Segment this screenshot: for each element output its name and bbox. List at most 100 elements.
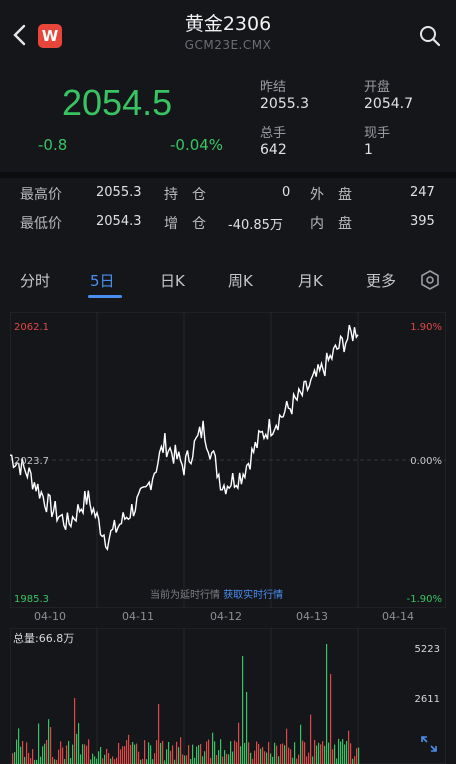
volume-bar: [168, 741, 170, 764]
volume-bar: [36, 759, 38, 764]
volume-bar: [108, 753, 110, 764]
volume-bar: [78, 723, 80, 764]
volume-bar: [292, 757, 294, 764]
volume-bar: [74, 698, 76, 764]
volume-bar: [14, 752, 16, 764]
volume-bar: [262, 746, 264, 764]
volume-bar: [208, 739, 210, 764]
volume-bar: [244, 742, 246, 764]
volume-bar: [278, 756, 280, 764]
volume-bar: [112, 756, 114, 764]
date-label-2: 04-12: [210, 610, 242, 623]
volume-bar: [92, 753, 94, 764]
volume-bar: [198, 745, 200, 764]
volume-bar: [140, 759, 142, 764]
volume-bar: [72, 744, 74, 764]
header-bar: W 黄金2306 GCM23E.CMX: [0, 0, 456, 66]
volume-bar: [344, 744, 346, 764]
tab-5day[interactable]: 5日: [90, 270, 115, 291]
tab-weekly-k[interactable]: 周K: [228, 270, 253, 291]
volume-bar: [106, 748, 108, 764]
volume-bar: [270, 753, 272, 764]
volume-bar: [248, 742, 250, 764]
volume-bar: [296, 758, 298, 764]
search-icon[interactable]: [418, 24, 442, 48]
volume-bar: [102, 758, 104, 764]
volume-bar: [308, 752, 310, 764]
volume-bar: [76, 733, 78, 764]
volume-bar: [178, 747, 180, 764]
volume-bar: [356, 748, 358, 764]
volume-bar: [122, 746, 124, 764]
volume-bar: [354, 756, 356, 764]
volume-bar: [258, 743, 260, 764]
volume-bar: [48, 719, 50, 764]
volume-bar: [20, 746, 22, 764]
hold-label: 持 仓: [164, 187, 206, 203]
volume-bar: [192, 744, 194, 764]
volume-bar: [304, 742, 306, 764]
volume-bar: [328, 742, 330, 764]
tab-intraday[interactable]: 分时: [20, 270, 50, 291]
volume-bar: [194, 757, 196, 764]
volume-bar: [162, 740, 164, 764]
prev-settle-label: 昨结: [260, 80, 287, 95]
volume-bar: [148, 742, 150, 764]
volume-bar: [282, 743, 284, 764]
volume-bar: [298, 754, 300, 764]
volume-bar: [310, 714, 312, 764]
volume-bar: [124, 746, 126, 764]
volume-bar: [126, 740, 128, 764]
volume-bar: [80, 754, 82, 764]
volume-bar: [154, 753, 156, 764]
expand-icon[interactable]: [420, 735, 438, 753]
volume-bar: [246, 692, 248, 764]
volume-bar: [128, 734, 130, 764]
tab-daily-k[interactable]: 日K: [160, 270, 185, 291]
prev-settle-value: 2055.3: [260, 96, 309, 112]
tab-more[interactable]: 更多: [366, 270, 396, 291]
price-chart: 2062.1 2023.7 1985.3 1.90% 0.00% -1.90%: [10, 312, 446, 608]
volume-bar: [114, 759, 116, 764]
date-label-3: 04-13: [296, 610, 328, 623]
volume-bar: [340, 741, 342, 764]
volume-bar: [342, 739, 344, 764]
total-volume-caption: 总量:66.8万: [13, 631, 74, 645]
volume-bar: [186, 755, 188, 764]
tab-monthly-k[interactable]: 月K: [298, 270, 323, 291]
volume-bar: [312, 756, 314, 764]
delay-notice-text: 当前为延时行情: [150, 590, 220, 601]
volume-bar: [238, 722, 240, 764]
volume-bar: [284, 745, 286, 764]
volume-bar: [210, 758, 212, 764]
open-label: 开盘: [364, 80, 391, 95]
volume-bar: [290, 749, 292, 764]
volume-bar: [250, 752, 252, 764]
volume-bar: [22, 740, 24, 764]
section-divider: [0, 172, 456, 178]
volume-bar: [38, 723, 40, 764]
active-tab-indicator: [88, 295, 122, 298]
increase-value: -40.85万: [228, 218, 283, 233]
low-label: 最低价: [20, 216, 62, 232]
volume-chart: 总量:66.8万 5223 2611: [10, 628, 446, 764]
pct-mid-label: 0.00%: [410, 456, 442, 467]
period-tabs: 分时 5日 日K 周K 月K 更多: [0, 262, 456, 300]
volume-bar: [214, 741, 216, 764]
settings-icon[interactable]: [420, 270, 440, 290]
volume-bar: [316, 745, 318, 764]
volume-bar: [260, 748, 262, 764]
get-realtime-link[interactable]: 获取实时行情: [223, 590, 283, 601]
volume-bar: [330, 674, 332, 764]
volume-bar: [266, 752, 268, 764]
volume-bar: [54, 759, 56, 764]
volume-bar: [134, 744, 136, 764]
total-volume-value: 642: [260, 142, 287, 158]
volume-bar: [94, 756, 96, 764]
volume-bar: [120, 749, 122, 764]
price-change: -0.8: [38, 136, 68, 154]
volume-bar: [242, 656, 244, 764]
outer-label: 外 盘: [310, 187, 352, 203]
volume-bar: [156, 740, 158, 764]
volume-bar: [352, 758, 354, 764]
